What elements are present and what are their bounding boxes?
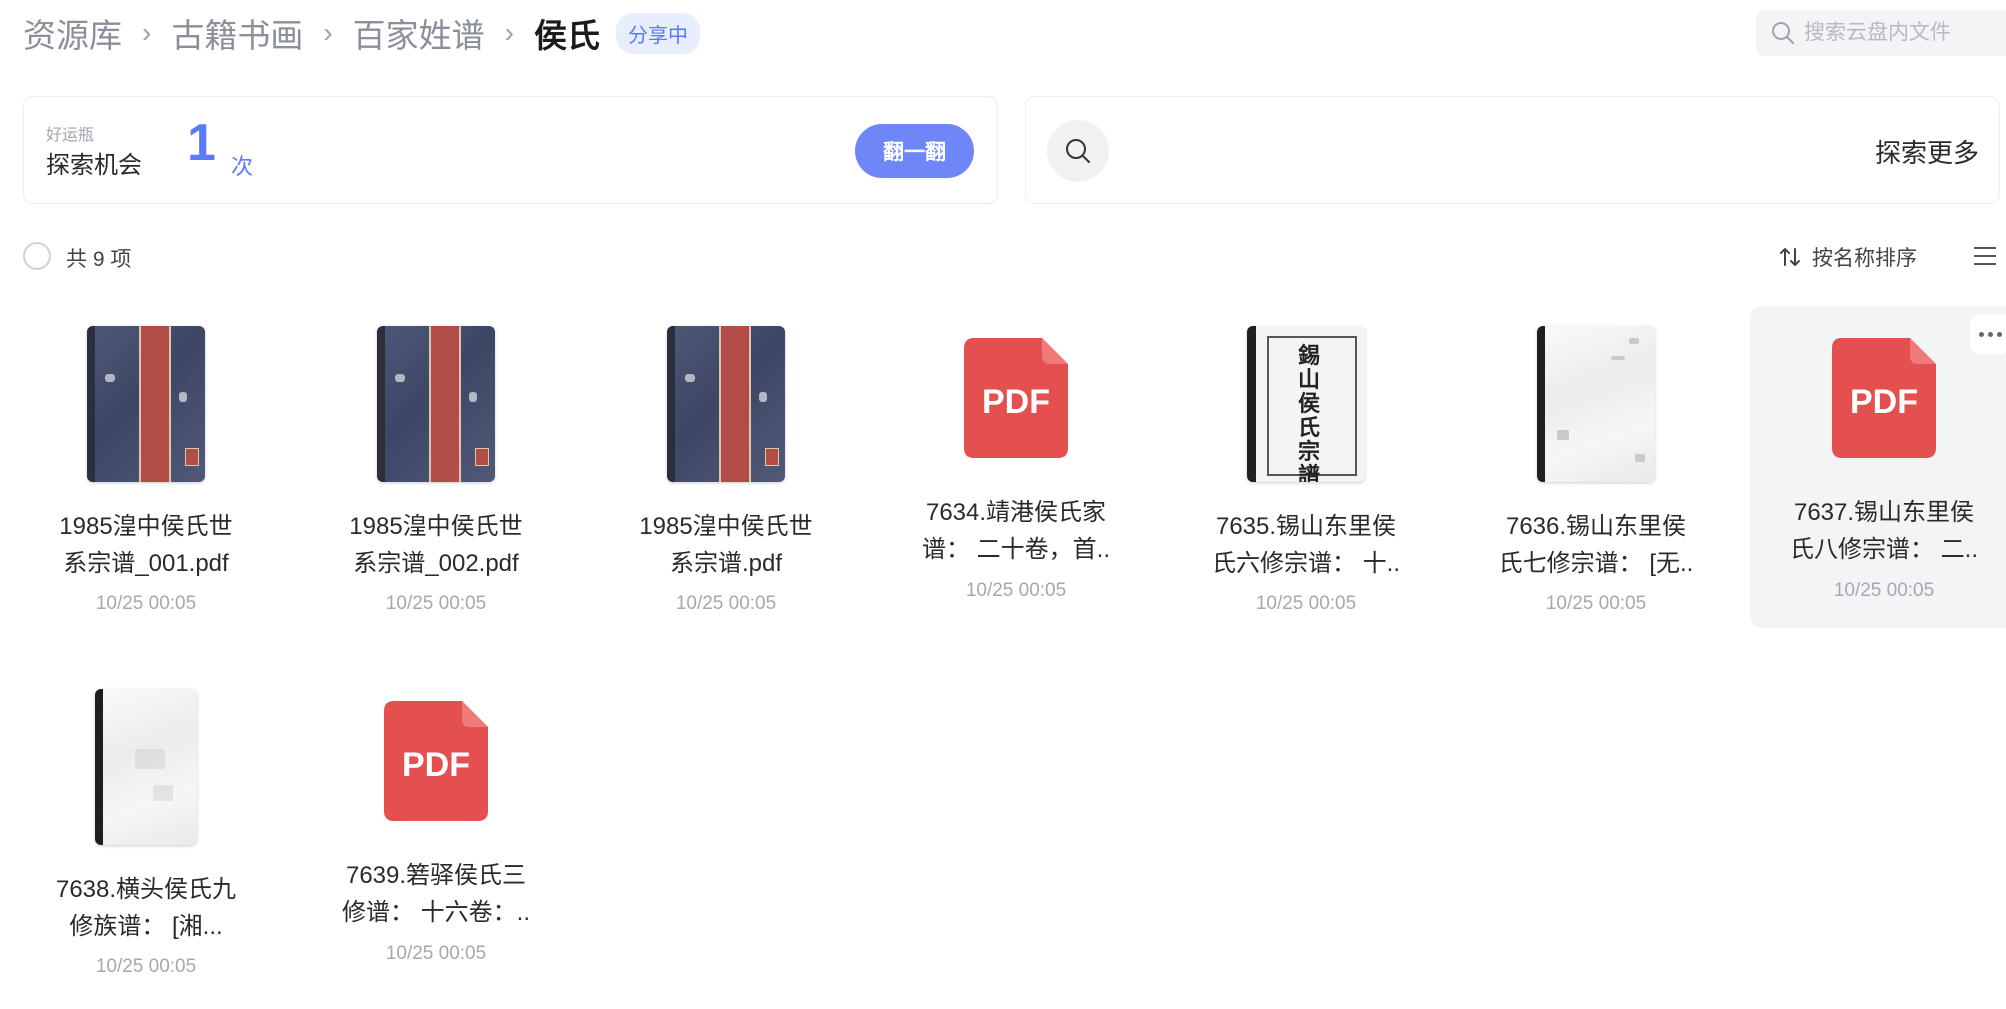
chevron-right-icon: › (504, 17, 514, 48)
chevron-right-icon: › (323, 17, 333, 48)
file-date: 10/25 00:05 (1545, 593, 1647, 614)
select-all-checkbox[interactable] (23, 242, 51, 270)
breadcrumb-item-surnames[interactable]: 百家姓谱 (353, 9, 485, 57)
file-item-hovered[interactable]: PDF 7637.锡山东里侯 氏八修宗谱： 二.. 10/25 00:05 (1750, 306, 2006, 628)
more-options-button[interactable] (1970, 314, 2006, 354)
file-item[interactable]: 錫山侯氏宗譜 7635.锡山东里侯 氏六修宗谱： 十.. 10/25 00:05 (1171, 306, 1441, 628)
explore-more-card[interactable]: 探索更多 (1025, 96, 2000, 204)
file-browser-page: 资源库 › 古籍书画 › 百家姓谱 › 侯氏 分享中 好运瓶 探索机会 1 次 … (0, 0, 2006, 1009)
file-item[interactable]: PDF 7639.箬驿侯氏三 修谱： 十六卷：.. 10/25 00:05 (301, 669, 571, 991)
pdf-file-icon: PDF (384, 701, 488, 826)
file-name: 7636.锡山东里侯 氏七修宗谱： [无.. (1498, 513, 1694, 577)
file-name: 7638.横头侯氏九 修族谱： [湘... (55, 876, 237, 940)
file-thumbnail (667, 326, 785, 482)
breadcrumb-item-ancient-books[interactable]: 古籍书画 (171, 9, 303, 57)
lucky-bottle-card: 好运瓶 探索机会 1 次 翻一翻 (23, 96, 998, 204)
file-item[interactable]: 7636.锡山东里侯 氏七修宗谱： [无.. 10/25 00:05 (1461, 306, 1731, 628)
explore-more-label[interactable]: 探索更多 (1875, 133, 1979, 170)
file-name: 7637.锡山东里侯 氏八修宗谱： 二.. (1789, 499, 1978, 563)
search-icon (1772, 22, 1794, 44)
file-name: 1985湟中侯氏世 系宗谱_001.pdf (59, 513, 233, 577)
chance-unit: 次 (231, 154, 254, 179)
file-item[interactable]: PDF 7634.靖港侯氏家 谱： 二十卷，首.. 10/25 00:05 (881, 306, 1151, 628)
file-date: 10/25 00:05 (1833, 580, 1935, 601)
file-date: 10/25 00:05 (965, 580, 1067, 601)
item-count: 共 9 项 (66, 248, 132, 271)
file-item[interactable]: 7638.横头侯氏九 修族谱： [湘... 10/25 00:05 (11, 669, 281, 991)
lucky-bottle-label: 好运瓶 (46, 127, 95, 144)
search-input[interactable] (1802, 20, 2006, 46)
file-item[interactable]: 1985湟中侯氏世 系宗谱_002.pdf 10/25 00:05 (301, 306, 571, 628)
file-name: 1985湟中侯氏世 系宗谱_002.pdf (349, 513, 523, 577)
file-date: 10/25 00:05 (675, 593, 777, 614)
search-icon (1066, 139, 1090, 163)
file-name: 1985湟中侯氏世 系宗谱.pdf (639, 513, 813, 577)
svg-text:PDF: PDF (402, 746, 470, 784)
status-badge[interactable]: 分享中 (615, 12, 700, 54)
svg-text:PDF: PDF (1850, 383, 1918, 421)
pdf-file-icon: PDF (964, 338, 1068, 463)
more-dots-icon (1978, 331, 1984, 337)
file-name: 7634.靖港侯氏家 谱： 二十卷，首.. (921, 499, 1110, 563)
file-thumbnail: 錫山侯氏宗譜 (1247, 326, 1365, 482)
svg-text:PDF: PDF (982, 383, 1050, 421)
file-date: 10/25 00:05 (1255, 593, 1357, 614)
explore-search-button[interactable] (1047, 120, 1109, 182)
file-thumbnail (1537, 326, 1655, 482)
file-item[interactable]: 1985湟中侯氏世 系宗谱.pdf 10/25 00:05 (591, 306, 861, 628)
file-date: 10/25 00:05 (385, 593, 487, 614)
sort-label: 按名称排序 (1812, 247, 1917, 270)
breadcrumb-item-resource-library[interactable]: 资源库 (23, 9, 122, 57)
list-view-icon[interactable] (1973, 246, 1997, 266)
cover-title: 錫山侯氏宗譜 (1297, 343, 1320, 482)
chevron-right-icon: › (142, 17, 152, 48)
file-thumbnail (87, 326, 205, 482)
file-item[interactable]: 1985湟中侯氏世 系宗谱_001.pdf 10/25 00:05 (11, 306, 281, 628)
file-name: 7639.箬驿侯氏三 修谱： 十六卷：.. (341, 862, 530, 926)
file-name: 7635.锡山东里侯 氏六修宗谱： 十.. (1211, 513, 1400, 577)
sort-button[interactable]: 按名称排序 (1778, 242, 1917, 272)
file-date: 10/25 00:05 (95, 956, 197, 977)
file-thumbnail (377, 326, 495, 482)
chance-count: 1 (187, 114, 216, 172)
search-box[interactable] (1756, 10, 2006, 56)
page-title: 侯氏 (533, 17, 600, 54)
file-date: 10/25 00:05 (385, 943, 487, 964)
breadcrumb: 资源库 › 古籍书画 › 百家姓谱 › 侯氏 分享中 (23, 12, 700, 54)
file-thumbnail (95, 689, 197, 845)
flip-button[interactable]: 翻一翻 (855, 124, 974, 178)
explore-chance-title: 探索机会 (46, 152, 142, 179)
pdf-file-icon: PDF (1832, 338, 1936, 463)
file-date: 10/25 00:05 (95, 593, 197, 614)
sort-icon (1780, 248, 1800, 266)
